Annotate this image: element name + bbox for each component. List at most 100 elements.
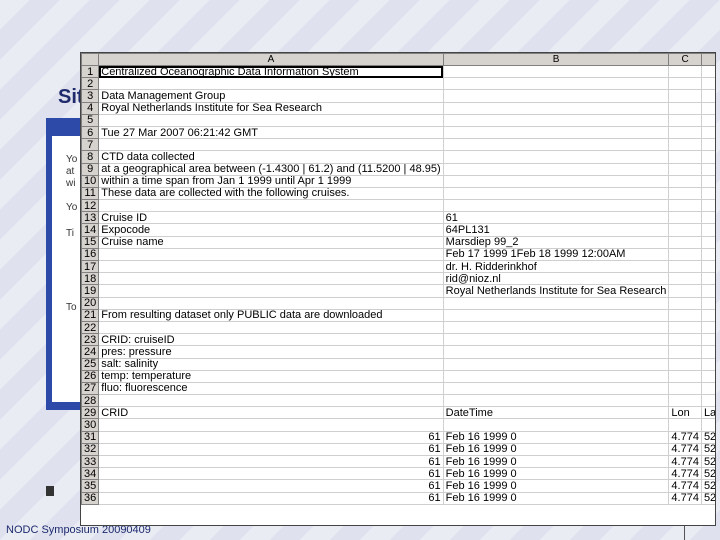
cell-c[interactable] bbox=[668, 65, 702, 79]
row-header[interactable]: 21 bbox=[81, 308, 100, 322]
cell-b[interactable] bbox=[443, 370, 670, 383]
row-header[interactable]: 1 bbox=[81, 64, 100, 79]
cell-a[interactable]: 61 bbox=[98, 431, 444, 444]
row-header[interactable]: 3 bbox=[81, 89, 100, 103]
cell-b[interactable]: dr. H. Ridderinkhof bbox=[443, 260, 670, 274]
cell-b[interactable]: Feb 16 1999 0 bbox=[443, 492, 670, 505]
cell-d[interactable] bbox=[701, 345, 715, 359]
cell-c[interactable] bbox=[668, 199, 702, 213]
cell-d[interactable] bbox=[701, 321, 715, 335]
cell-c[interactable]: 4.774 bbox=[668, 443, 702, 457]
cell-d[interactable] bbox=[701, 284, 715, 298]
row-header[interactable]: 4 bbox=[81, 101, 100, 115]
cell-d[interactable] bbox=[701, 89, 715, 103]
cell-b[interactable] bbox=[443, 77, 670, 91]
cell-a[interactable]: Cruise name bbox=[98, 236, 444, 249]
cell-d[interactable]: Lat bbox=[701, 406, 715, 420]
cell-a[interactable]: CTD data collected bbox=[98, 150, 444, 164]
cell-d[interactable]: 52.988 bbox=[701, 455, 715, 469]
cell-b[interactable] bbox=[443, 150, 670, 164]
cell-b[interactable]: Marsdiep 99_2 bbox=[443, 236, 670, 249]
cell-d[interactable]: 52.988 bbox=[701, 467, 715, 481]
spreadsheet[interactable]: A B C D E F G H 1Centralized Oceanograph… bbox=[80, 52, 716, 526]
cell-b[interactable]: DateTime bbox=[443, 406, 670, 420]
cell-a[interactable] bbox=[98, 272, 444, 286]
row-header[interactable]: 23 bbox=[81, 333, 100, 347]
cell-d[interactable] bbox=[701, 297, 715, 310]
cell-d[interactable] bbox=[701, 199, 715, 213]
row-header[interactable]: 27 bbox=[81, 381, 100, 396]
cell-b[interactable] bbox=[443, 126, 670, 140]
cell-a[interactable]: 61 bbox=[98, 479, 444, 493]
row-header[interactable]: 15 bbox=[81, 235, 100, 249]
cell-d[interactable] bbox=[701, 175, 715, 188]
row-header[interactable]: 26 bbox=[81, 369, 100, 383]
cell-b[interactable]: Feb 16 1999 0 bbox=[443, 479, 670, 493]
cell-d[interactable] bbox=[701, 114, 715, 127]
cell-d[interactable] bbox=[701, 102, 715, 115]
row-header[interactable]: 31 bbox=[81, 430, 100, 444]
cell-c[interactable]: 4.774 bbox=[668, 431, 702, 444]
cell-d[interactable] bbox=[701, 236, 715, 249]
cell-b[interactable] bbox=[443, 65, 670, 79]
row-header[interactable]: 6 bbox=[81, 125, 100, 140]
row-header[interactable]: 17 bbox=[81, 259, 100, 274]
cell-d[interactable] bbox=[701, 382, 715, 396]
cell-d[interactable] bbox=[701, 77, 715, 91]
row-header[interactable]: 11 bbox=[81, 186, 100, 201]
cell-c[interactable]: 4.774 bbox=[668, 455, 702, 469]
row-header[interactable]: 19 bbox=[81, 284, 100, 298]
cell-d[interactable] bbox=[701, 309, 715, 322]
column-header-c[interactable]: C bbox=[668, 53, 702, 66]
cell-a[interactable]: salt: salinity bbox=[98, 358, 444, 371]
row-header[interactable]: 2 bbox=[81, 77, 100, 91]
cell-a[interactable]: Centralized Oceanographic Data Informati… bbox=[98, 65, 444, 79]
cell-a[interactable] bbox=[98, 394, 444, 408]
cell-c[interactable] bbox=[668, 150, 702, 164]
row-header[interactable]: 8 bbox=[81, 150, 100, 164]
cell-c[interactable] bbox=[668, 89, 702, 103]
cell-c[interactable] bbox=[668, 211, 702, 225]
row-header[interactable]: 25 bbox=[81, 357, 100, 371]
cell-b[interactable] bbox=[443, 321, 670, 335]
cell-a[interactable]: These data are collected with the follow… bbox=[98, 187, 444, 201]
cell-b[interactable] bbox=[443, 163, 670, 176]
row-header[interactable]: 29 bbox=[81, 406, 100, 420]
cell-a[interactable] bbox=[98, 418, 444, 432]
cell-a[interactable] bbox=[98, 248, 444, 262]
column-header-b[interactable]: B bbox=[442, 53, 670, 66]
cell-c[interactable] bbox=[668, 345, 702, 359]
cell-b[interactable]: rid@nioz.nl bbox=[443, 272, 670, 286]
row-header[interactable]: 34 bbox=[81, 467, 100, 481]
cell-a[interactable]: 61 bbox=[98, 492, 444, 505]
row-header[interactable]: 16 bbox=[81, 247, 100, 262]
cell-a[interactable]: From resulting dataset only PUBLIC data … bbox=[98, 309, 444, 322]
cell-c[interactable] bbox=[668, 223, 702, 237]
cell-a[interactable]: at a geographical area between (-1.4300 … bbox=[98, 163, 444, 176]
cell-d[interactable] bbox=[701, 370, 715, 383]
cell-c[interactable] bbox=[668, 358, 702, 371]
row-header[interactable]: 30 bbox=[81, 418, 100, 432]
cell-c[interactable] bbox=[668, 163, 702, 176]
cell-d[interactable]: 52.988 bbox=[701, 443, 715, 457]
cell-d[interactable] bbox=[701, 126, 715, 140]
cell-b[interactable] bbox=[443, 418, 670, 432]
cell-c[interactable] bbox=[668, 138, 702, 152]
cell-b[interactable]: Feb 16 1999 0 bbox=[443, 455, 670, 469]
column-header-d[interactable]: D bbox=[700, 53, 715, 66]
cell-c[interactable] bbox=[668, 333, 702, 347]
cell-c[interactable] bbox=[668, 370, 702, 383]
cell-a[interactable] bbox=[98, 297, 444, 310]
cell-c[interactable] bbox=[668, 236, 702, 249]
cell-c[interactable]: 4.774 bbox=[668, 467, 702, 481]
row-header[interactable]: 13 bbox=[81, 211, 100, 225]
cell-b[interactable]: Royal Netherlands Institute for Sea Rese… bbox=[443, 284, 670, 298]
cell-a[interactable] bbox=[98, 77, 444, 91]
cell-d[interactable] bbox=[701, 223, 715, 237]
cell-d[interactable] bbox=[701, 65, 715, 79]
cell-d[interactable] bbox=[701, 248, 715, 262]
cell-c[interactable] bbox=[668, 248, 702, 262]
column-header-a[interactable]: A bbox=[98, 53, 444, 66]
cell-b[interactable]: Feb 16 1999 0 bbox=[443, 467, 670, 481]
row-header[interactable]: 14 bbox=[81, 223, 100, 237]
